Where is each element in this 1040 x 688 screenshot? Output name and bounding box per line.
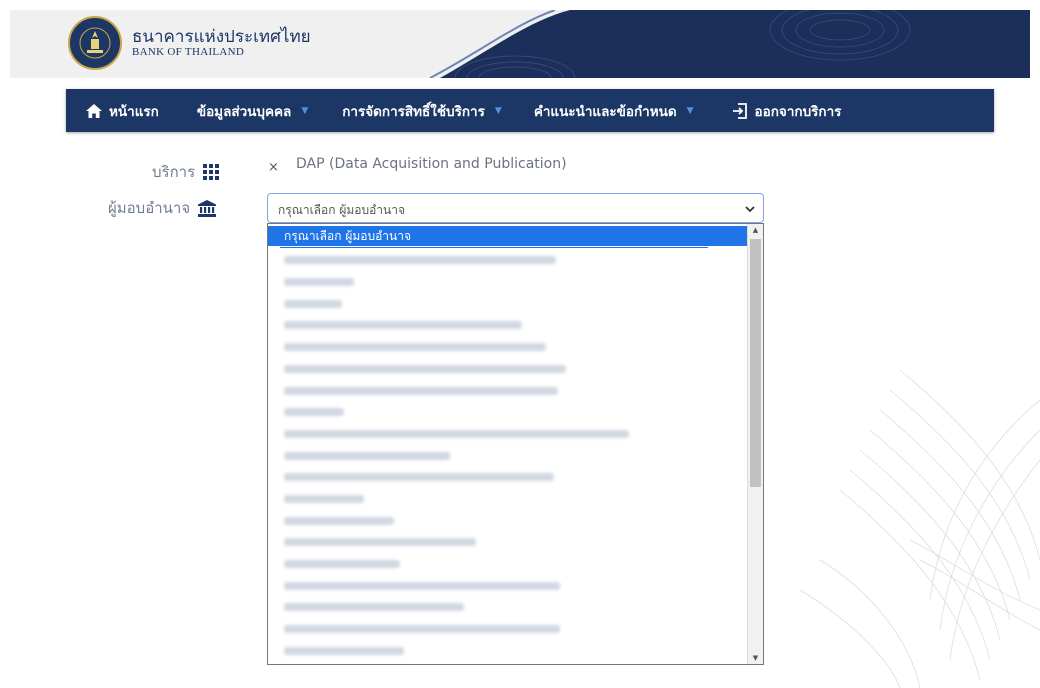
bank-seal-icon — [68, 16, 122, 70]
dropdown-option-blurred[interactable] — [284, 452, 450, 460]
dropdown-option-blurred[interactable] — [284, 538, 476, 546]
authorizer-select-value: กรุณาเลือก ผู้มอบอำนาจ — [278, 203, 406, 217]
dropdown-option-blurred[interactable] — [284, 365, 566, 373]
dropdown-option-blurred[interactable] — [284, 321, 522, 329]
bank-name-en: BANK OF THAILAND — [132, 46, 245, 59]
nav-home-label: หน้าแรก — [109, 103, 159, 120]
main-navbar: หน้าแรก ข้อมูลส่วนบุคคล ▼ การจัดการสิทธิ… — [66, 89, 994, 132]
dropdown-option-blurred[interactable] — [284, 408, 344, 416]
dropdown-option-blurred[interactable] — [284, 256, 556, 264]
authorizer-label: ผู้มอบอำนาจ — [108, 199, 191, 217]
service-label-row: บริการ — [152, 160, 220, 184]
bank-icon — [198, 199, 217, 217]
scroll-down-icon[interactable]: ▼ — [751, 654, 760, 662]
dropdown-option-blurred[interactable] — [284, 278, 354, 286]
caret-down-icon: ▼ — [494, 105, 502, 116]
nav-home[interactable]: หน้าแรก — [86, 89, 159, 132]
dropdown-option-blurred[interactable] — [284, 300, 342, 308]
nav-personal-info[interactable]: ข้อมูลส่วนบุคคล ▼ — [197, 89, 308, 132]
nav-logout-label: ออกจากบริการ — [754, 103, 842, 120]
dropdown-option-blurred[interactable] — [284, 560, 400, 568]
authorizer-label-row: ผู้มอบอำนาจ — [108, 196, 217, 220]
nav-guidance-terms[interactable]: คำแนะนำและข้อกำหนด ▼ — [534, 89, 694, 132]
dropdown-option-blurred[interactable] — [284, 387, 558, 395]
nav-permission-label: การจัดการสิทธิ์ใช้บริการ — [342, 103, 485, 120]
dropdown-option-blurred[interactable] — [284, 647, 404, 655]
chevron-down-icon — [745, 202, 755, 216]
caret-down-icon: ▼ — [686, 105, 694, 116]
service-label: บริการ — [152, 163, 196, 181]
dropdown-option-selected[interactable]: กรุณาเลือก ผู้มอบอำนาจ — [268, 226, 748, 246]
nav-logout[interactable]: ออกจากบริการ — [732, 89, 842, 132]
dropdown-option-blurred[interactable] — [284, 495, 364, 503]
logout-icon — [732, 102, 748, 119]
header-banner: ธนาคารแห่งประเทศไทย BANK OF THAILAND — [10, 10, 1030, 78]
home-icon — [86, 103, 102, 118]
nav-guidance-label: คำแนะนำและข้อกำหนด — [533, 103, 677, 120]
authorizer-select[interactable]: กรุณาเลือก ผู้มอบอำนาจ — [267, 193, 764, 223]
nav-personal-info-label: ข้อมูลส่วนบุคคล — [196, 103, 292, 120]
nav-permission-management[interactable]: การจัดการสิทธิ์ใช้บริการ ▼ — [342, 89, 502, 132]
dropdown-option-blurred[interactable] — [284, 582, 560, 590]
dropdown-option-blurred[interactable] — [284, 603, 464, 611]
caret-down-icon: ▼ — [301, 105, 309, 116]
dropdown-option-blurred[interactable] — [284, 430, 629, 438]
authorizer-dropdown-list[interactable]: กรุณาเลือก ผู้มอบอำนาจ ▲ ▼ — [267, 223, 764, 665]
bank-logo[interactable]: ธนาคารแห่งประเทศไทย BANK OF THAILAND — [68, 16, 311, 70]
background-pattern-decoration — [799, 369, 1040, 688]
scroll-up-icon[interactable]: ▲ — [751, 226, 760, 234]
dropdown-focus-line — [280, 247, 708, 248]
grid-icon — [203, 164, 220, 180]
dropdown-option-blurred[interactable] — [284, 473, 554, 481]
dropdown-option-blurred[interactable] — [284, 343, 546, 351]
dropdown-option-blurred[interactable] — [284, 625, 560, 633]
service-value: DAP (Data Acquisition and Publication) — [296, 156, 567, 172]
remove-service-button[interactable]: × — [268, 160, 279, 175]
bank-name-th: ธนาคารแห่งประเทศไทย — [132, 26, 311, 47]
dropdown-option-blurred[interactable] — [284, 517, 394, 525]
